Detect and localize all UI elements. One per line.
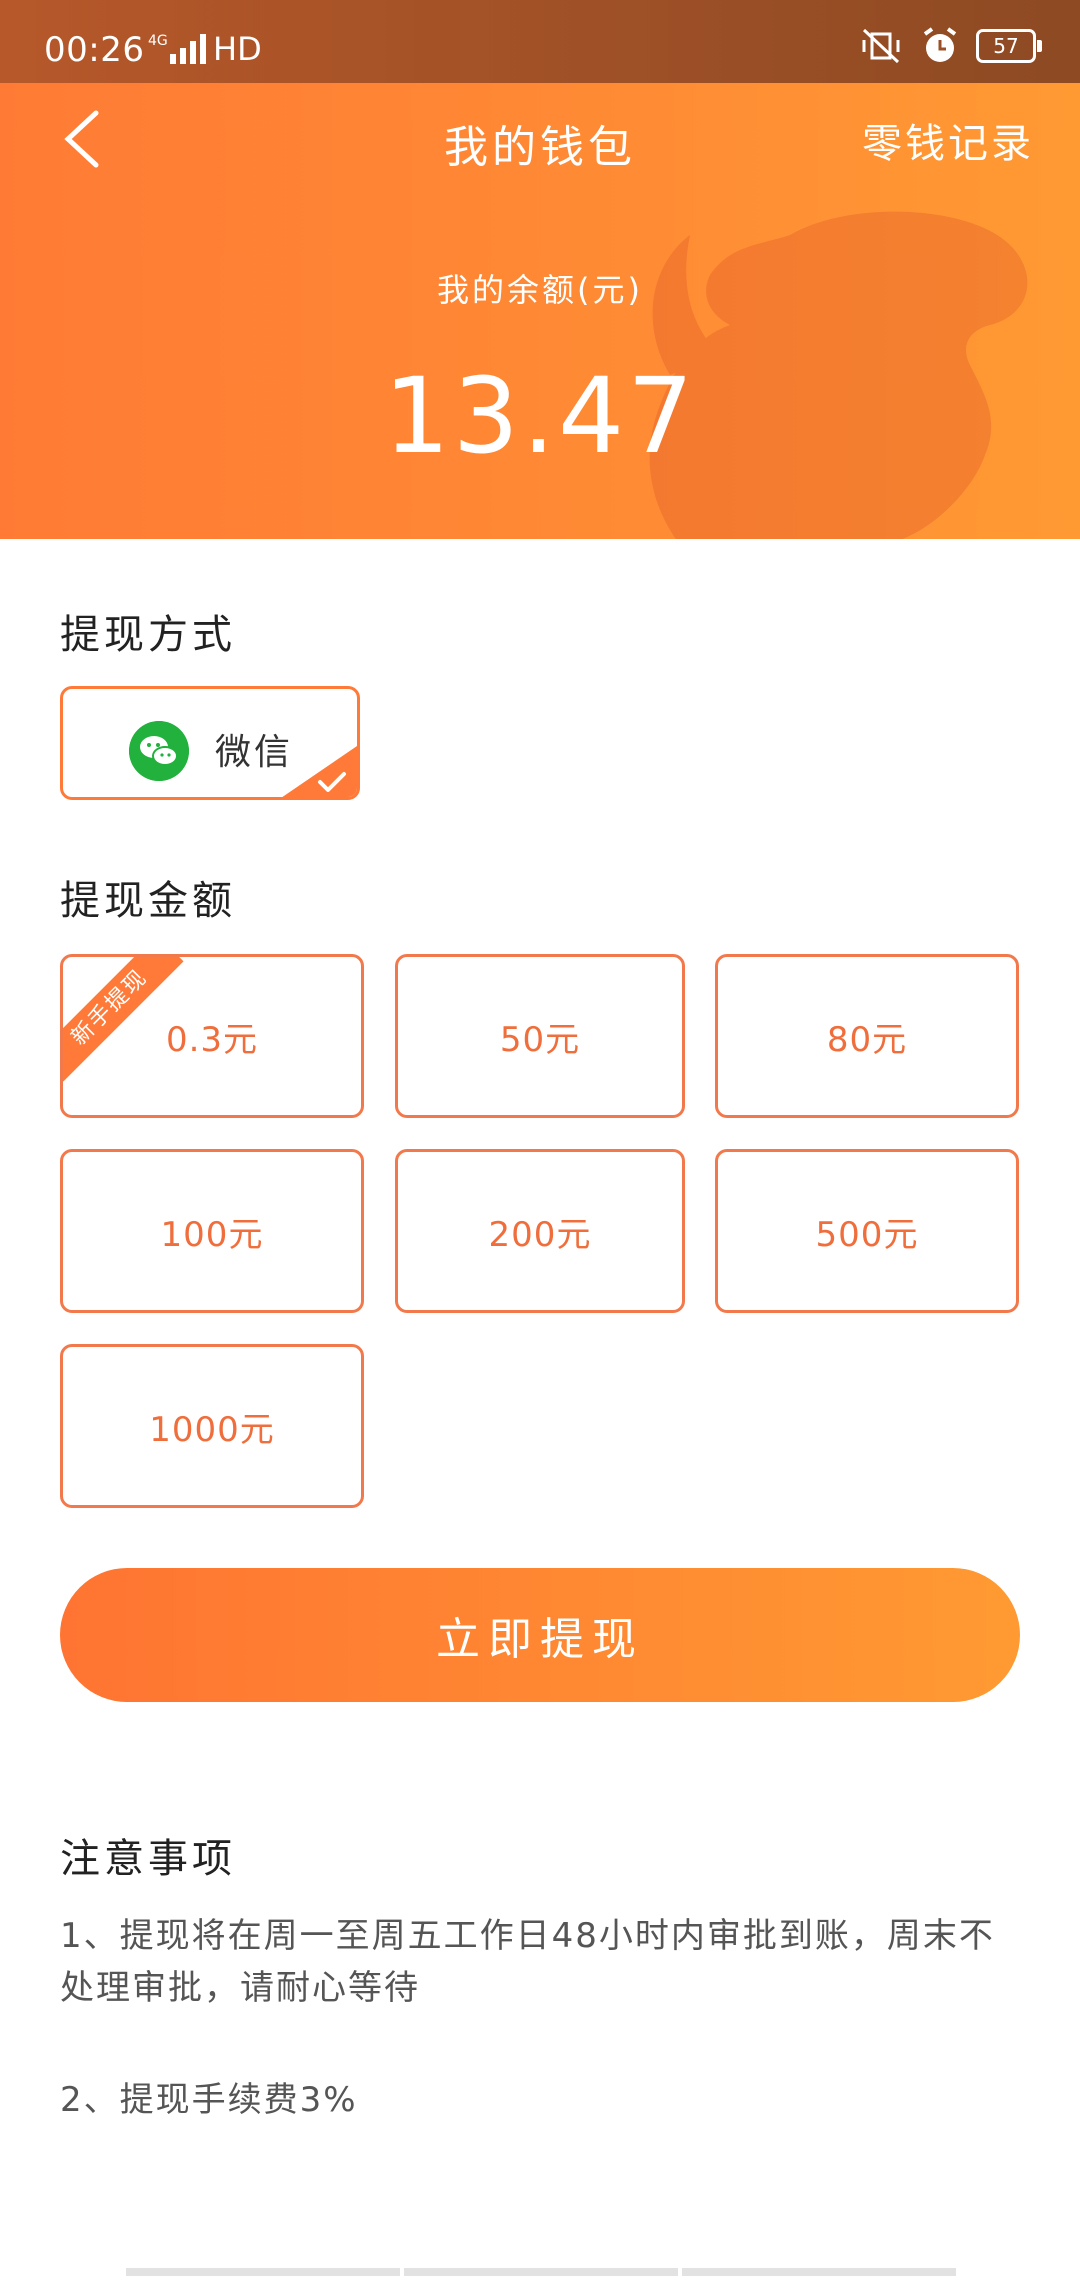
notes-title: 注意事项 (60, 1836, 236, 1882)
amount-option-100[interactable]: 100元 (60, 1149, 364, 1313)
amount-label: 50元 (499, 1019, 581, 1060)
amount-option-80[interactable]: 80元 (715, 954, 1019, 1118)
signal-icon (170, 34, 206, 64)
amount-option-50[interactable]: 50元 (395, 954, 685, 1118)
wechat-icon (129, 721, 189, 781)
note-item-1: 1、提现将在周一至周五工作日48小时内审批到账，周末不处理审批，请耐心等待 (60, 1916, 995, 2008)
amount-label: 500元 (815, 1214, 919, 1255)
indicator-segment (682, 2268, 956, 2276)
amount-label: 0.3元 (165, 1019, 259, 1060)
amount-option-1000[interactable]: 1000元 (60, 1344, 364, 1508)
status-bar: 00:26 4G HD 57 (0, 0, 1080, 83)
amount-option-200[interactable]: 200元 (395, 1149, 685, 1313)
status-time: 00:26 (44, 30, 145, 70)
alarm-icon (923, 27, 957, 62)
wechat-pay-option[interactable]: 微信 (60, 686, 360, 800)
amount-label: 200元 (488, 1214, 592, 1255)
withdraw-amount-title: 提现金额 (60, 878, 236, 924)
wallet-header: 00:26 4G HD 57 我的钱包 零钱记录 我的余额(元) 13.47 (0, 0, 1080, 539)
amount-option-0-3[interactable]: 新手提现 0.3元 (60, 954, 364, 1118)
hd-indicator: HD (213, 30, 262, 68)
battery-icon: 57 (976, 29, 1042, 63)
selected-check-icon (282, 746, 357, 797)
indicator-segment (404, 2268, 678, 2276)
network-type: 4G (148, 33, 168, 49)
amount-option-500[interactable]: 500元 (715, 1149, 1019, 1313)
amount-label: 80元 (826, 1019, 908, 1060)
navigation-bar: 我的钱包 零钱记录 (0, 83, 1080, 193)
balance-value: 13.47 (383, 355, 697, 477)
battery-level: 57 (993, 34, 1019, 58)
amount-label: 1000元 (149, 1409, 275, 1450)
indicator-segment (126, 2268, 400, 2276)
vibrate-icon (862, 28, 900, 64)
status-icons: 57 (858, 26, 1042, 66)
change-records-link[interactable]: 零钱记录 (862, 111, 1034, 169)
balance-label: 我的余额(元) (437, 271, 643, 309)
note-item-2: 2、提现手续费3% (60, 2080, 358, 2120)
withdraw-method-title: 提现方式 (60, 612, 236, 658)
amount-label: 100元 (160, 1214, 264, 1255)
bottom-scroll-indicator (126, 2268, 956, 2276)
withdraw-now-button[interactable]: 立即提现 (60, 1568, 1020, 1702)
